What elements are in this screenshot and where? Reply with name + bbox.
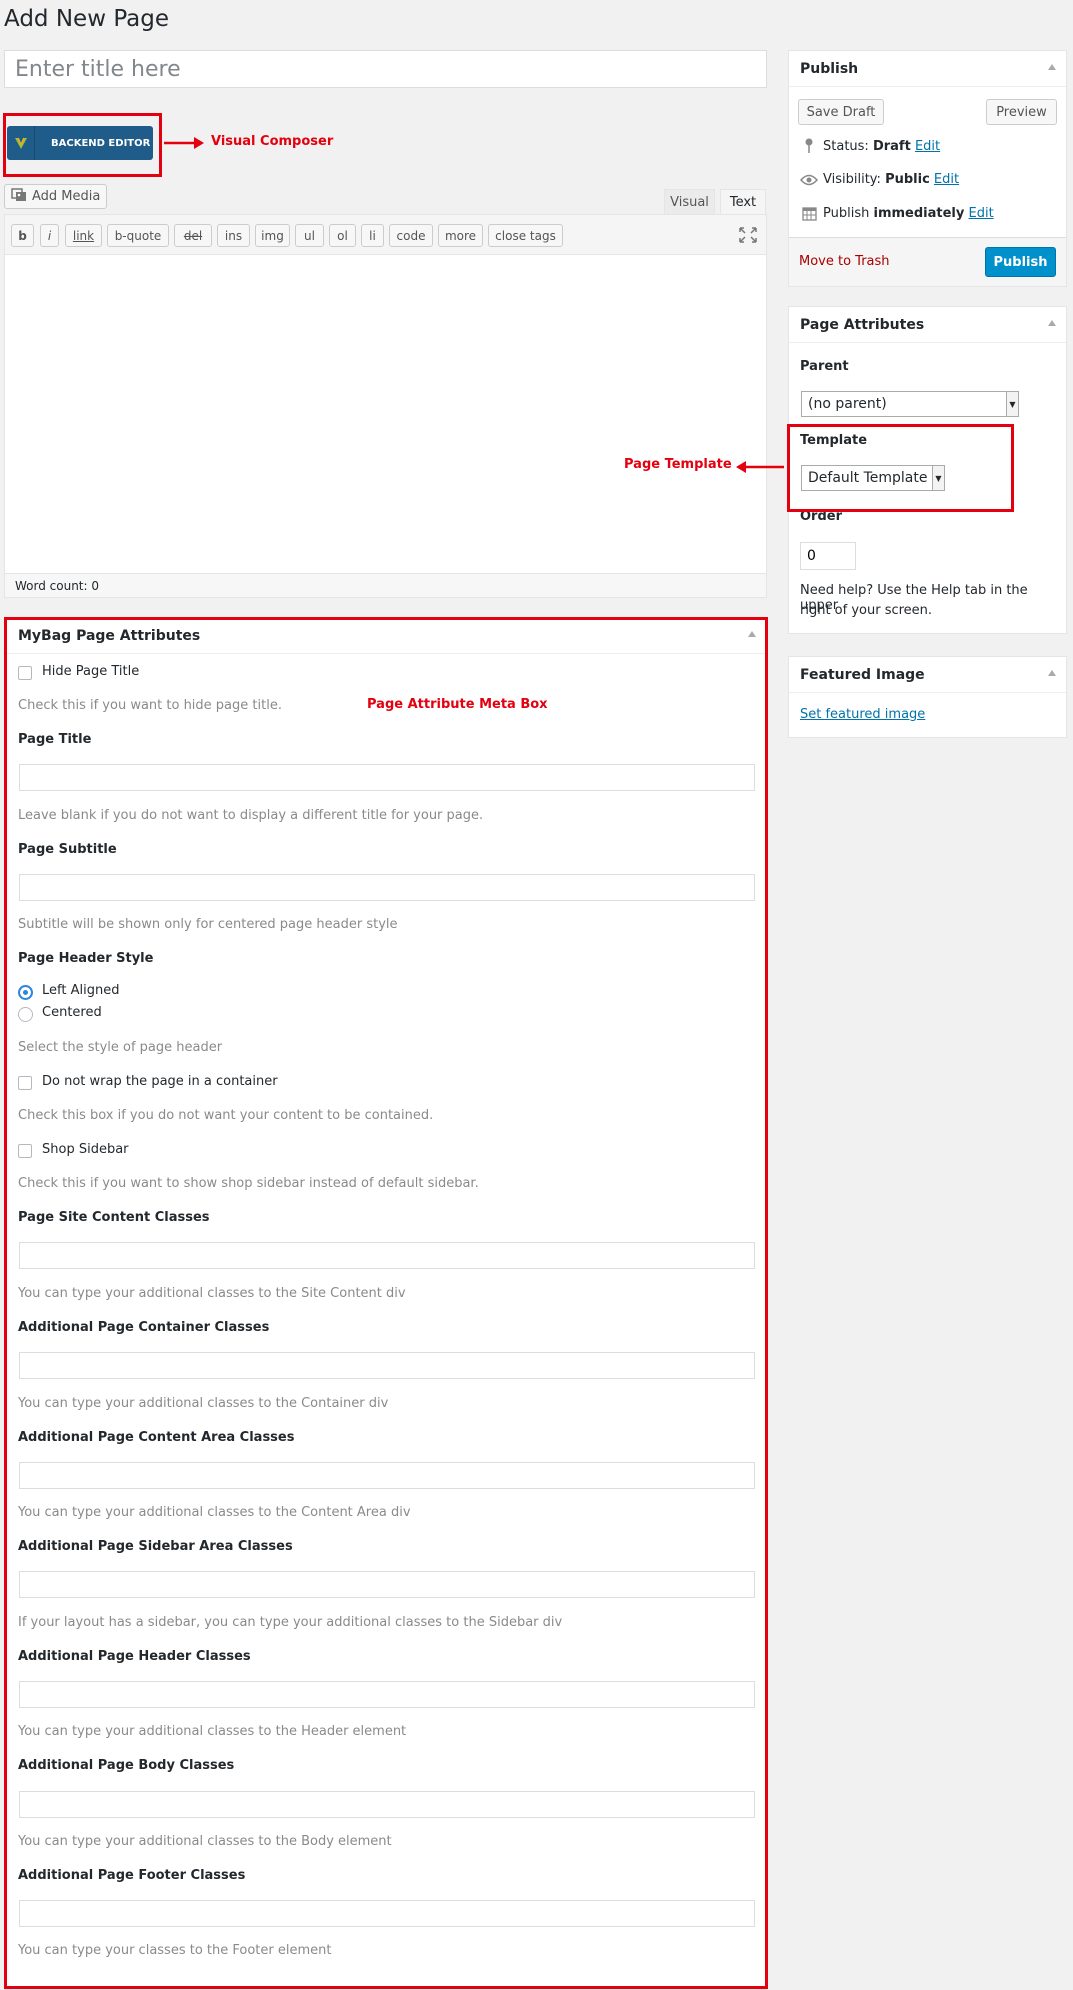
page-template-arrow	[736, 461, 784, 473]
preview-button[interactable]: Preview	[986, 99, 1057, 125]
eye-icon	[799, 174, 819, 186]
publish-time-value: immediately	[873, 206, 965, 221]
publish-time-edit-link[interactable]: Edit	[969, 206, 994, 221]
add-media-label: Add Media	[32, 189, 101, 204]
visibility-edit-link[interactable]: Edit	[934, 172, 959, 187]
fullscreen-icon[interactable]	[739, 227, 757, 247]
qt-bquote-button[interactable]: b-quote	[107, 224, 169, 247]
dropdown-arrow-icon: ▼	[1006, 392, 1018, 416]
visibility-label: Visibility:	[823, 172, 881, 187]
qt-code-button[interactable]: code	[389, 224, 433, 247]
page-attributes-heading: Page Attributes	[800, 316, 925, 333]
media-icon	[11, 187, 27, 206]
qt-link-button[interactable]: link	[65, 224, 102, 247]
featured-image-heading: Featured Image	[800, 666, 925, 683]
publish-actions: Move to Trash Publish	[789, 237, 1066, 286]
page-title: Add New Page	[4, 6, 169, 32]
visual-composer-annotation: Visual Composer	[211, 134, 334, 149]
publish-header[interactable]: Publish	[789, 51, 1066, 87]
qt-ol-button[interactable]: ol	[329, 224, 356, 247]
tab-text[interactable]: Text	[720, 189, 766, 215]
visual-composer-logo-icon	[7, 126, 35, 160]
status-value: Draft	[872, 138, 911, 154]
page-template-highlight	[787, 424, 1014, 512]
qt-close-tags-button[interactable]: close tags	[488, 224, 563, 247]
publish-time-row: Publish immediately Edit	[799, 206, 994, 221]
status-label: Status:	[823, 138, 869, 154]
parent-select-value: (no parent)	[808, 396, 887, 412]
visibility-row: Visibility: Public Edit	[799, 172, 959, 187]
publish-time-label: Publish	[823, 206, 870, 221]
calendar-icon	[799, 206, 819, 221]
parent-label: Parent	[800, 359, 849, 374]
visual-composer-arrow	[164, 137, 204, 149]
page-attributes-header[interactable]: Page Attributes	[789, 307, 1066, 343]
move-to-trash-link[interactable]: Move to Trash	[799, 254, 890, 269]
featured-image-header[interactable]: Featured Image	[789, 657, 1066, 693]
content-editor: b i link b-quote del ins img ul ol li co…	[4, 214, 767, 598]
qt-italic-button[interactable]: i	[40, 224, 59, 247]
collapse-arrow-icon[interactable]	[1048, 64, 1056, 70]
page-template-annotation: Page Template	[624, 457, 732, 472]
tab-visual[interactable]: Visual	[664, 189, 715, 215]
order-input[interactable]	[800, 542, 856, 570]
meta-box-highlight	[4, 617, 768, 1989]
meta-box-annotation: Page Attribute Meta Box	[367, 697, 548, 712]
qt-more-button[interactable]: more	[438, 224, 483, 247]
help-text-line-2: right of your screen.	[800, 603, 933, 618]
set-featured-image-link[interactable]: Set featured image	[800, 707, 925, 722]
editor-textarea[interactable]	[5, 255, 766, 573]
publish-button[interactable]: Publish	[985, 247, 1056, 277]
qt-bold-button[interactable]: b	[11, 224, 34, 247]
publish-box: Publish Save Draft Preview Status: Draft…	[788, 50, 1067, 287]
parent-select[interactable]: (no parent) ▼	[801, 391, 1019, 417]
word-count: Word count: 0	[5, 573, 766, 597]
status-edit-link[interactable]: Edit	[915, 139, 940, 154]
quicktags-toolbar: b i link b-quote del ins img ul ol li co…	[5, 215, 766, 255]
title-input[interactable]	[4, 50, 767, 88]
add-media-button[interactable]: Add Media	[4, 184, 107, 209]
qt-del-button[interactable]: del	[174, 224, 212, 247]
publish-heading: Publish	[800, 60, 859, 77]
collapse-arrow-icon[interactable]	[1048, 670, 1056, 676]
save-draft-button[interactable]: Save Draft	[798, 99, 884, 125]
pin-icon	[799, 138, 819, 154]
qt-img-button[interactable]: img	[255, 224, 290, 247]
status-row: Status: Draft Edit	[799, 138, 940, 154]
backend-editor-button[interactable]: BACKEND EDITOR	[7, 126, 153, 160]
qt-ins-button[interactable]: ins	[217, 224, 250, 247]
collapse-arrow-icon[interactable]	[1048, 320, 1056, 326]
visibility-value: Public	[885, 172, 930, 187]
backend-editor-label: BACKEND EDITOR	[51, 137, 151, 149]
featured-image-box: Featured Image Set featured image	[788, 656, 1067, 738]
qt-li-button[interactable]: li	[361, 224, 384, 247]
qt-ul-button[interactable]: ul	[295, 224, 324, 247]
